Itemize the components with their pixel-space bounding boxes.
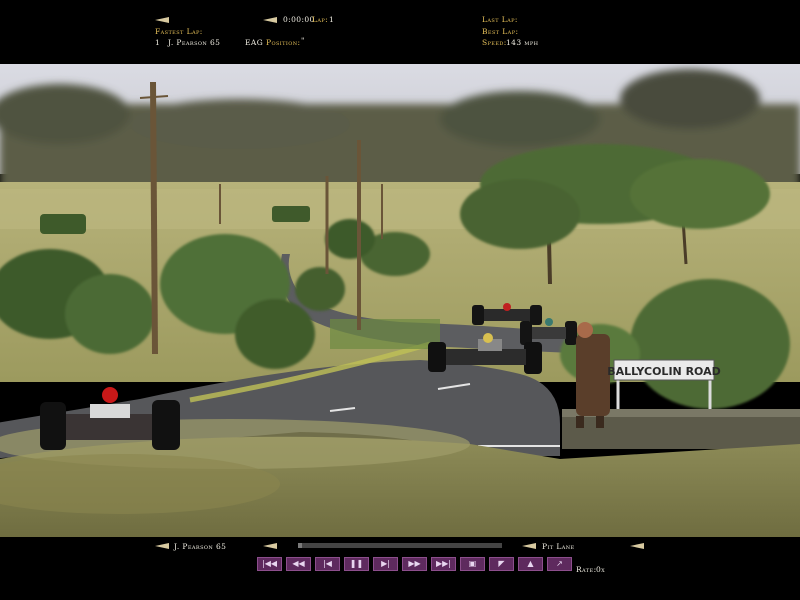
pause-button[interactable]: ❚❚: [344, 557, 369, 571]
hedge: [272, 206, 310, 222]
last-lap-label: Last Lap:: [482, 15, 518, 24]
position-value: ": [301, 36, 305, 45]
position-label: Position:: [266, 38, 301, 47]
fast-rewind-button[interactable]: ◀◀: [286, 557, 311, 571]
speed-label: Speed:: [482, 38, 507, 47]
prev-driver-icon[interactable]: [155, 543, 169, 549]
fastest-lap-driver: J. Pearson 65: [168, 38, 221, 47]
rate-value: 0x: [596, 565, 606, 574]
play-button[interactable]: ▶|: [373, 557, 398, 571]
lap-value: 1: [329, 15, 335, 24]
rewind-start-button[interactable]: |◀◀: [257, 557, 282, 571]
mark-button[interactable]: ◤: [489, 557, 514, 571]
road-sign-text: BALLYCOLIN ROAD: [607, 365, 721, 378]
race-time: 0:00:00: [283, 15, 315, 24]
hedge: [40, 214, 86, 234]
replay-progress-bar[interactable]: [298, 543, 502, 548]
fastest-lap-position: 1: [155, 38, 161, 47]
best-lap-label: Best Lap:: [482, 27, 519, 36]
step-back-button[interactable]: |◀: [315, 557, 340, 571]
forward-end-button[interactable]: ▶▶|: [431, 557, 456, 571]
speed-value: 143 mph: [506, 38, 539, 47]
lap-label: Lap:: [312, 15, 329, 24]
rate-label: Rate:: [576, 565, 597, 574]
team-name: EAG: [245, 38, 264, 47]
replay-driver: J. Pearson 65: [174, 542, 227, 551]
exit-button[interactable]: ↗: [547, 557, 572, 571]
arrow-left-icon: [155, 17, 169, 23]
race-scene: BALLYCOLIN ROAD: [0, 64, 800, 537]
fast-forward-button[interactable]: ▶▶: [402, 557, 427, 571]
arrow-left-icon: [263, 17, 277, 23]
record-button[interactable]: ▲: [518, 557, 543, 571]
fastest-lap-label: Fastest Lap:: [155, 27, 203, 36]
prev-camera-icon[interactable]: [522, 543, 536, 549]
camera-button[interactable]: ▣: [460, 557, 485, 571]
spectator: [576, 322, 610, 428]
race-hud: 0:00:00 Lap: 1 Fastest Lap: 1 J. Pearson…: [0, 0, 800, 64]
next-camera-icon[interactable]: [630, 543, 644, 549]
camera-name: Pit Lane: [542, 542, 575, 551]
replay-progress-fill: [298, 543, 303, 548]
replay-controls: J. Pearson 65 Pit Lane |◀◀ ◀◀ |◀ ❚❚ ▶| ▶▶ ▶▶| ▣…: [0, 537, 800, 600]
next-driver-icon[interactable]: [263, 543, 277, 549]
